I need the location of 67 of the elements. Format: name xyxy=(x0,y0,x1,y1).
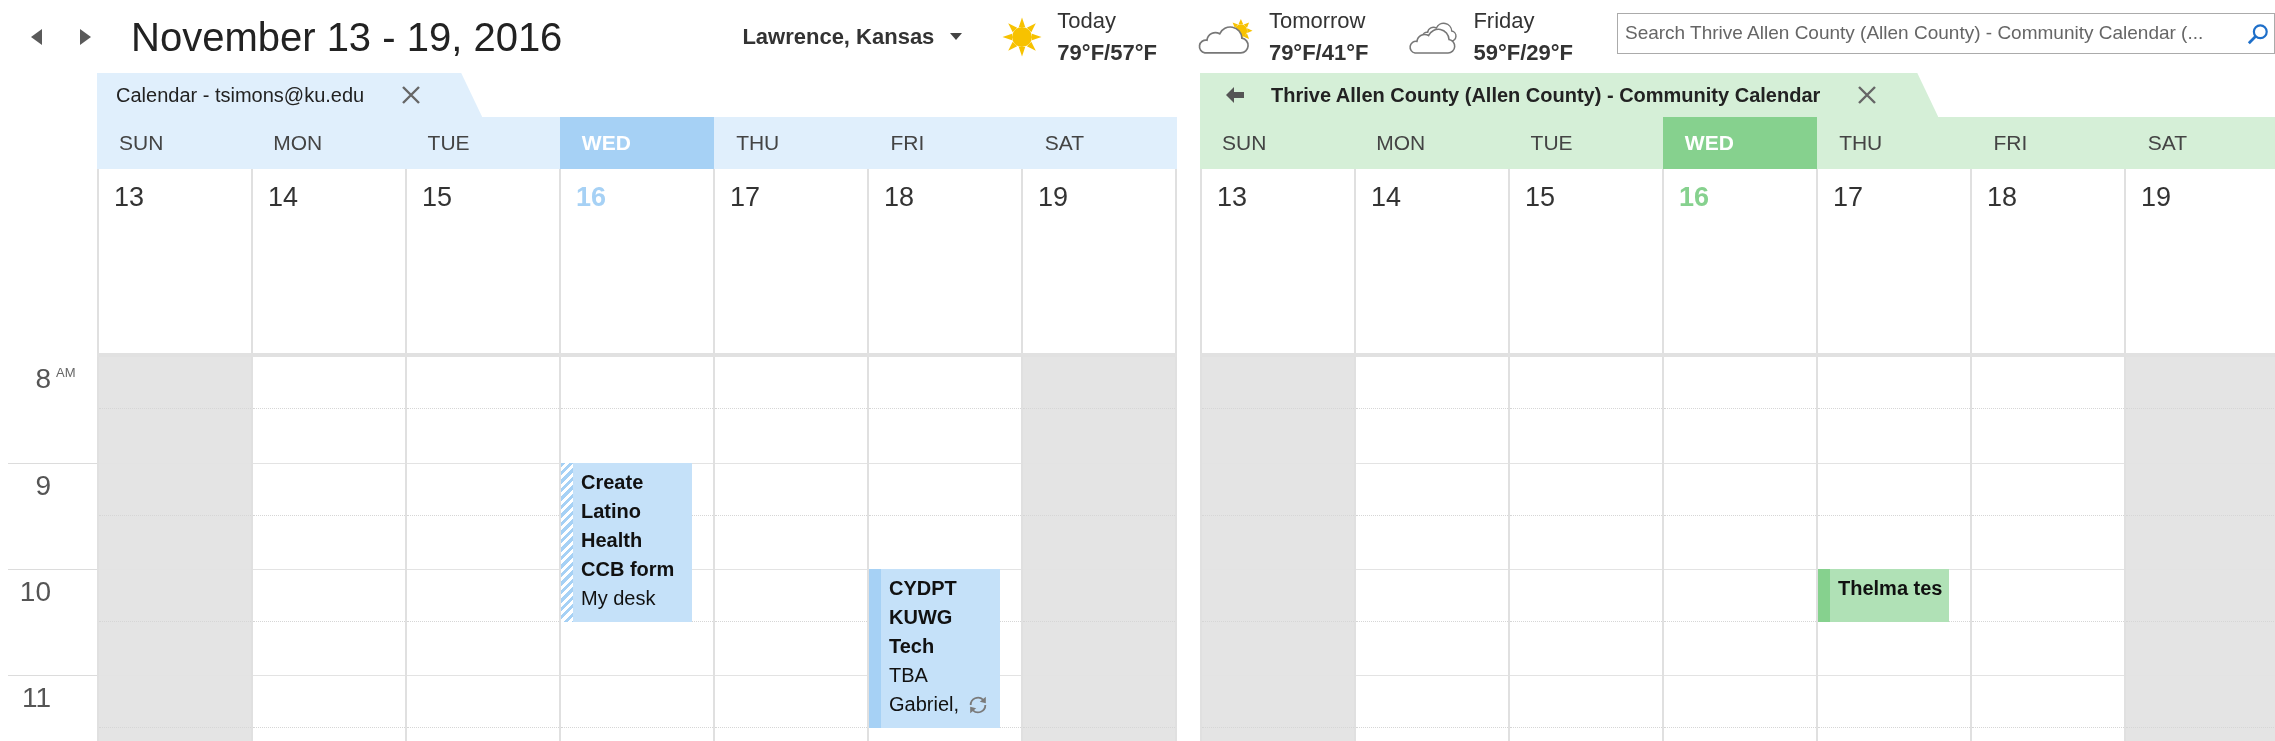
date-number: 17 xyxy=(1833,182,1864,212)
day-header: SAT xyxy=(2146,130,2188,157)
calendar-tab[interactable]: Calendar - tsimons@ku.edu xyxy=(97,73,483,117)
date-number: 14 xyxy=(268,182,299,212)
date-number: 16 xyxy=(576,182,607,212)
calendar-tab[interactable]: Thrive Allen County (Allen County) - Community Calendar xyxy=(1200,73,1939,117)
day-header: SAT xyxy=(1043,130,1085,157)
event-organizer: Gabriel, xyxy=(889,692,960,717)
weather-day-label: Tomorrow xyxy=(1268,6,1367,35)
event-card[interactable]: Create Latino Health CCB form My desk xyxy=(561,463,692,622)
day-header: WED xyxy=(559,117,715,169)
close-button[interactable] xyxy=(400,84,423,106)
caret-down-icon xyxy=(950,33,963,40)
hour-label: 10 xyxy=(19,576,51,608)
caret-right-icon xyxy=(80,28,91,45)
event-location: TBA xyxy=(889,663,929,688)
date-number: 19 xyxy=(2141,182,2172,212)
cloud-sun-icon xyxy=(1196,18,1254,55)
arrow-left-icon xyxy=(1226,87,1244,103)
close-icon xyxy=(401,85,422,105)
meridiem-label: AM xyxy=(56,365,76,381)
next-button[interactable] xyxy=(78,26,93,47)
day-header: MON xyxy=(272,130,324,157)
location-dropdown[interactable]: Lawrence, Kansas xyxy=(742,20,963,53)
day-header: MON xyxy=(1375,130,1427,157)
hour-label: 9 xyxy=(35,470,51,502)
date-number: 19 xyxy=(1038,182,1069,212)
search-icon xyxy=(2247,22,2269,45)
weather-day-label: Friday xyxy=(1473,6,1536,35)
temperature-label: 79°F/57°F xyxy=(1057,38,1157,67)
day-header: SUN xyxy=(1221,130,1268,157)
search-field[interactable]: Search Thrive Allen County (Allen County) - Community Calendar (... xyxy=(1616,13,2275,54)
event-card[interactable]: CYDPT KUWG Tech TBA Gabriel, xyxy=(869,569,1000,728)
day-header: TUE xyxy=(1529,130,1574,157)
event-card[interactable]: Thelma tes xyxy=(1818,569,1949,622)
day-header: FRI xyxy=(889,130,926,157)
weather-day-label: Today xyxy=(1057,6,1118,35)
previous-button[interactable] xyxy=(29,26,44,47)
event-title: Thelma tes xyxy=(1838,576,1944,601)
day-header: THU xyxy=(735,130,781,157)
day-header: FRI xyxy=(1992,130,2029,157)
date-number: 18 xyxy=(1987,182,2018,212)
temperature-label: 79°F/41°F xyxy=(1268,38,1369,67)
day-header: TUE xyxy=(426,130,471,157)
day-header: SUN xyxy=(118,130,165,157)
date-number: 16 xyxy=(1679,182,1710,212)
hour-label: 11 xyxy=(21,682,51,714)
date-number: 17 xyxy=(730,182,761,212)
close-icon xyxy=(1857,85,1878,105)
event-title: CYDPT KUWG Tech xyxy=(889,576,958,659)
date-number: 15 xyxy=(422,182,453,212)
date-range-title: November 13 - 19, 2016 xyxy=(131,13,563,61)
close-button[interactable] xyxy=(1856,84,1879,106)
date-number: 18 xyxy=(884,182,915,212)
arrow-button[interactable] xyxy=(1226,86,1244,104)
event-location: My desk xyxy=(581,586,657,611)
day-header: WED xyxy=(1662,117,1818,169)
date-number: 15 xyxy=(1525,182,1556,212)
day-header: THU xyxy=(1838,130,1884,157)
event-title: Create Latino Health CCB form xyxy=(581,470,676,582)
sun-icon xyxy=(1002,16,1043,57)
date-number: 14 xyxy=(1371,182,1402,212)
date-number: 13 xyxy=(1217,182,1248,212)
caret-left-icon xyxy=(31,28,42,45)
temperature-label: 59°F/29°F xyxy=(1473,38,1573,67)
date-number: 13 xyxy=(114,182,145,212)
hour-label: 8 xyxy=(35,363,51,395)
